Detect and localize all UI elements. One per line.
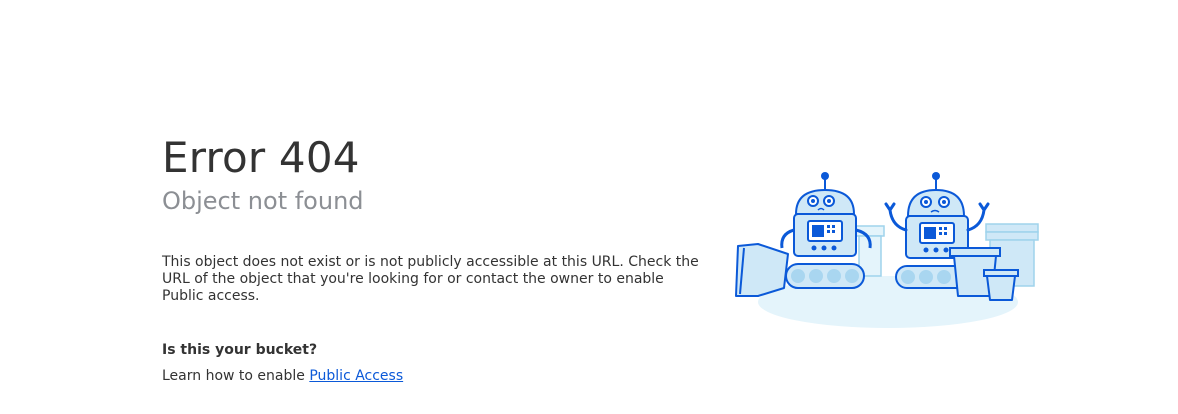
learn-prefix: Learn how to enable (162, 368, 310, 384)
page-title: Error 404 (162, 133, 360, 182)
error-content: Error 404 Object not found This object d… (162, 134, 722, 385)
robots-illustration (735, 172, 1039, 328)
small-bucket-icon (983, 269, 1019, 301)
error-description: This object does not exist or is not pub… (162, 254, 699, 304)
fallen-bucket-icon (735, 243, 789, 297)
page-subtitle: Object not found (162, 187, 364, 215)
learn-line: Learn how to enable Public Access (162, 367, 722, 385)
public-access-link[interactable]: Public Access (309, 368, 403, 384)
error-page: Error 404 Object not found This object d… (0, 0, 1178, 414)
robot-left-icon (780, 172, 872, 289)
bucket-question: Is this your bucket? (162, 342, 318, 358)
